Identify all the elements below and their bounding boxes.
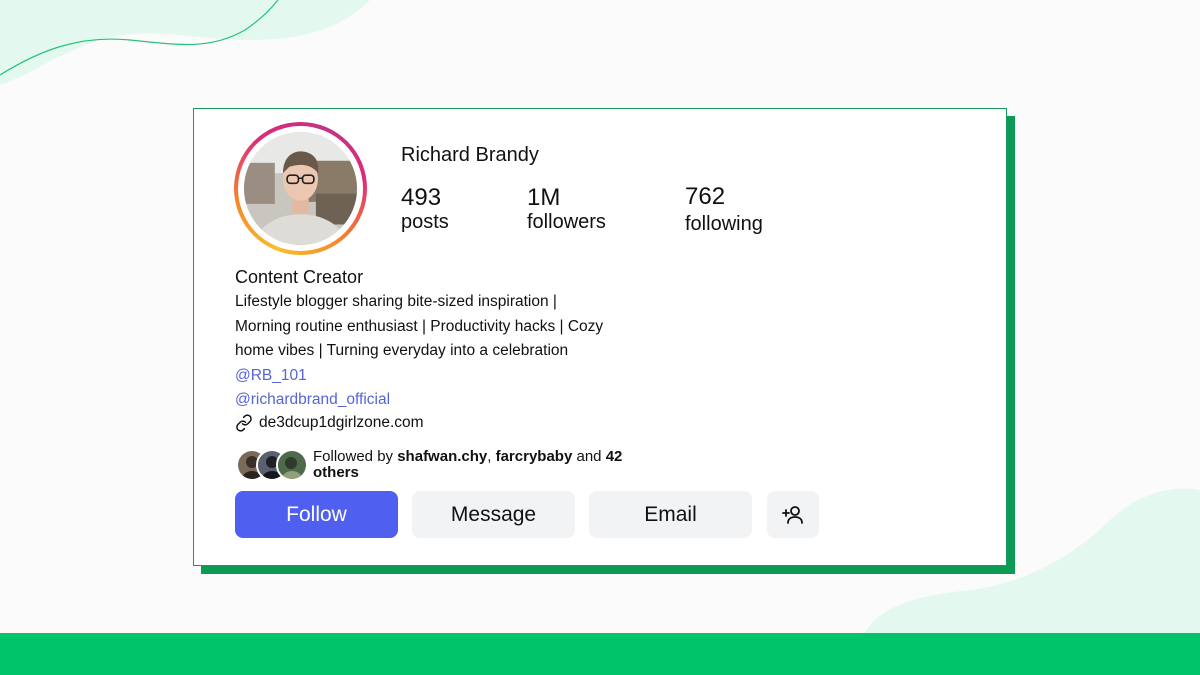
followed-by-text: Followed by shafwan.chy, farcrybaby and … [313, 448, 623, 481]
stat-following-value: 762 [685, 183, 726, 210]
message-button[interactable]: Message [412, 491, 575, 538]
stat-followers-label: followers [527, 211, 606, 233]
mutual-follower-name: farcrybaby [495, 448, 573, 465]
stat-posts-value: 493 [401, 184, 442, 211]
bio-line: home vibes | Turning everyday into a cel… [235, 342, 569, 359]
stat-posts[interactable]: 493 posts [401, 184, 449, 234]
bio-line: Morning routine enthusiast | Productivit… [235, 318, 604, 335]
stat-following-label: following [685, 213, 763, 235]
website-link[interactable]: de3dcup1dgirlzone.com [235, 414, 424, 432]
website-text: de3dcup1dgirlzone.com [259, 414, 424, 431]
stat-followers-value: 1M [527, 184, 561, 211]
mutual-followers-avatars [236, 449, 310, 483]
stat-following[interactable]: 762 following [685, 183, 763, 236]
handle-link[interactable]: @RB_101 [235, 367, 307, 385]
avatar-story-ring[interactable] [234, 122, 367, 255]
mutual-followers-count: 42 [605, 448, 623, 465]
bio-line: Lifestyle blogger sharing bite-sized ins… [235, 293, 557, 310]
mutual-follower-name: shafwan.chy [397, 448, 488, 465]
avatar [244, 132, 357, 245]
handle-link[interactable]: @richardbrand_official [235, 391, 390, 409]
add-user-button[interactable] [767, 491, 819, 538]
add-user-icon [782, 505, 803, 524]
profile-name: Richard Brandy [401, 144, 539, 166]
stat-posts-label: posts [401, 211, 449, 233]
follow-button[interactable]: Follow [235, 491, 398, 538]
profile-category: Content Creator [235, 267, 364, 287]
link-icon [236, 414, 252, 432]
bottom-green-band [0, 633, 1200, 675]
followed-by[interactable]: Followed by shafwan.chy, farcrybaby and … [236, 449, 653, 483]
stat-followers[interactable]: 1M followers [527, 184, 606, 234]
avatar [276, 449, 308, 481]
top-left-wave-decoration [0, 0, 370, 85]
email-button[interactable]: Email [589, 491, 752, 538]
